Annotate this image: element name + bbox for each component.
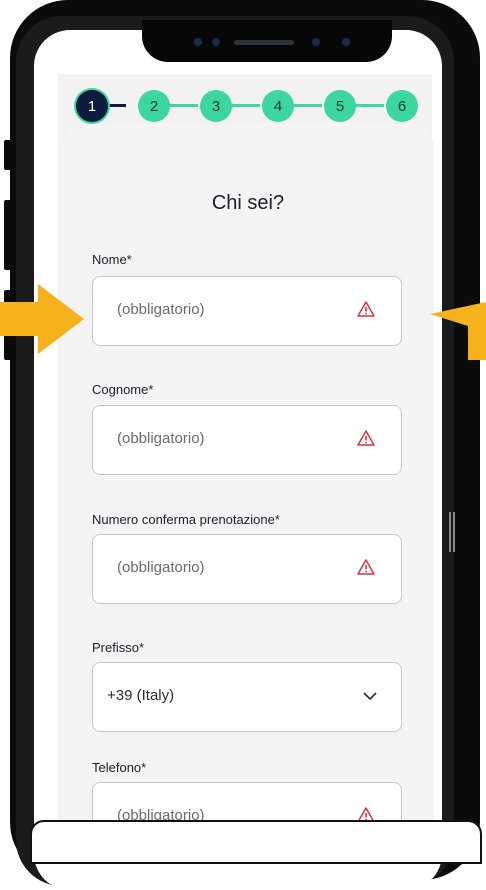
numero-conferma-placeholder: (obbligatorio) [117,559,205,576]
chevron-down-icon [363,692,377,701]
step-3[interactable]: 3 [200,90,232,122]
sensor-icon [342,38,350,46]
arrow-left-icon [430,302,486,360]
warning-triangle-icon [357,301,375,317]
cognome-label: Cognome* [92,382,154,397]
telefono-label: Telefono* [92,760,147,775]
camera-icon [194,38,202,46]
numero-conferma-input[interactable]: (obbligatorio) [92,534,402,604]
nome-input[interactable]: (obbligatorio) [92,276,402,346]
phone-notch [142,20,392,62]
form-card [62,124,434,844]
nome-label: Nome* [92,252,132,267]
prefisso-select[interactable]: +39 (Italy) [92,662,402,732]
warning-triangle-icon [357,430,375,446]
speaker-grille [234,40,294,45]
bottom-overlay-card [30,820,482,864]
step-2[interactable]: 2 [138,90,170,122]
camera-icon [212,38,220,46]
sensor-icon [312,38,320,46]
step-6[interactable]: 6 [386,90,418,122]
nome-placeholder: (obbligatorio) [117,301,205,318]
page-title: Chi sei? [211,192,285,214]
warning-triangle-icon [357,559,375,575]
prefisso-value: +39 (Italy) [107,687,175,704]
cognome-placeholder: (obbligatorio) [117,430,205,447]
step-1[interactable]: 1 [76,90,108,122]
numero-conferma-label: Numero conferma prenotazione* [92,512,280,527]
step-5[interactable]: 5 [324,90,356,122]
cognome-input[interactable]: (obbligatorio) [92,405,402,475]
arrow-right-icon [0,284,84,354]
side-button [4,200,14,270]
prefisso-label: Prefisso* [92,640,145,655]
step-4[interactable]: 4 [262,90,294,122]
scroll-handle[interactable] [449,512,455,552]
side-button [4,140,14,170]
stepper-connector [108,104,126,107]
